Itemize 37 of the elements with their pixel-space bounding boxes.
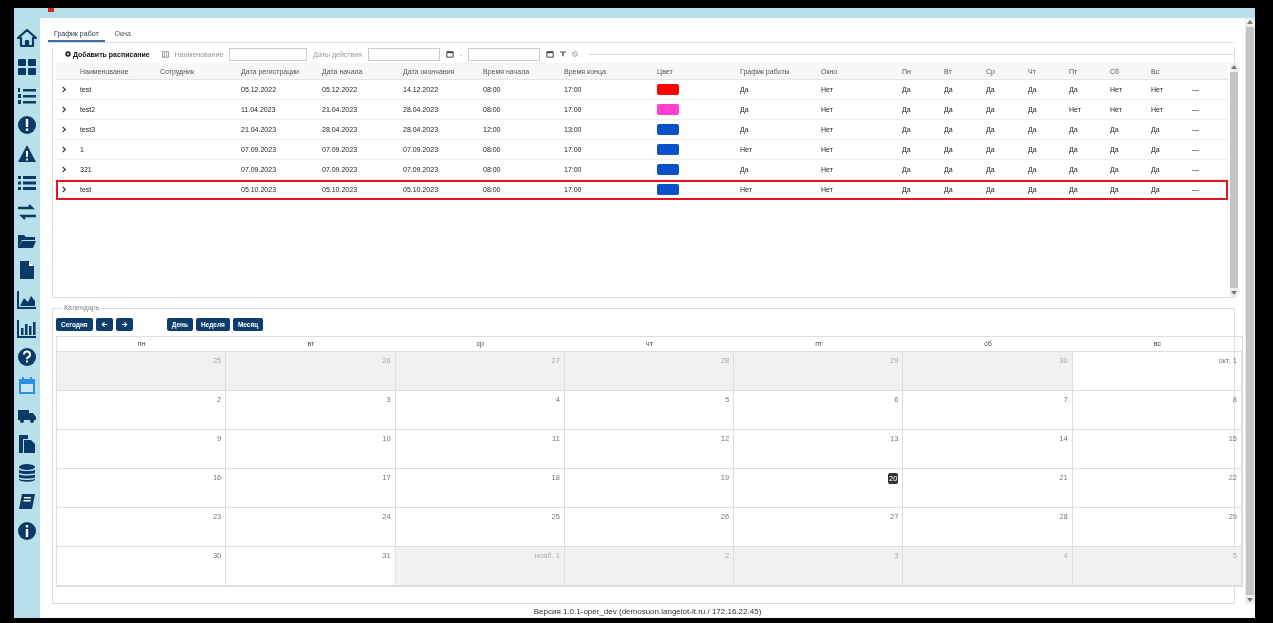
info-icon[interactable] [17, 521, 37, 541]
chevron-right-icon[interactable] [62, 126, 67, 133]
database-icon[interactable] [17, 463, 37, 483]
plus-icon [65, 51, 71, 57]
version-text: Версия 1.0.1-oper_dev (demosuon.langelot-it.ru / 172.16.22.45) [533, 607, 762, 616]
page-scrollbar[interactable] [1245, 18, 1255, 604]
arrow-left-icon [100, 321, 108, 328]
columns-icon[interactable] [161, 50, 169, 58]
next-button[interactable] [115, 318, 133, 331]
area-chart-icon[interactable] [17, 289, 37, 309]
chevron-right-icon[interactable] [62, 146, 67, 153]
name-field[interactable] [229, 47, 308, 61]
numbered-list-icon[interactable] [17, 86, 37, 106]
chevron-right-icon[interactable] [62, 86, 67, 93]
list-icon[interactable] [17, 173, 37, 193]
file-icon[interactable] [17, 260, 37, 280]
calendar-icon[interactable] [445, 50, 454, 58]
grid-icon[interactable] [17, 57, 37, 77]
chevron-right-icon[interactable] [62, 166, 67, 173]
bar-chart-icon[interactable] [17, 318, 37, 338]
warning-icon[interactable] [17, 144, 37, 164]
home-icon[interactable] [17, 28, 37, 48]
documents-icon[interactable] [17, 434, 37, 454]
calendar-icon[interactable] [546, 50, 555, 58]
book-icon[interactable] [17, 492, 37, 512]
arrow-right-icon [120, 321, 128, 328]
date-field[interactable] [367, 47, 440, 61]
previous-button[interactable] [95, 318, 113, 331]
chevron-right-icon[interactable] [62, 106, 67, 113]
clear-filter-icon[interactable] [572, 51, 579, 57]
chevron-right-icon[interactable] [62, 186, 67, 193]
logo-icon [48, 8, 54, 12]
alert-circle-icon[interactable] [17, 115, 37, 135]
swap-arrows-icon[interactable] [17, 202, 37, 222]
date-field[interactable] [468, 47, 541, 61]
scrollbar-thumb[interactable] [1246, 27, 1254, 595]
help-icon[interactable] [17, 347, 37, 367]
